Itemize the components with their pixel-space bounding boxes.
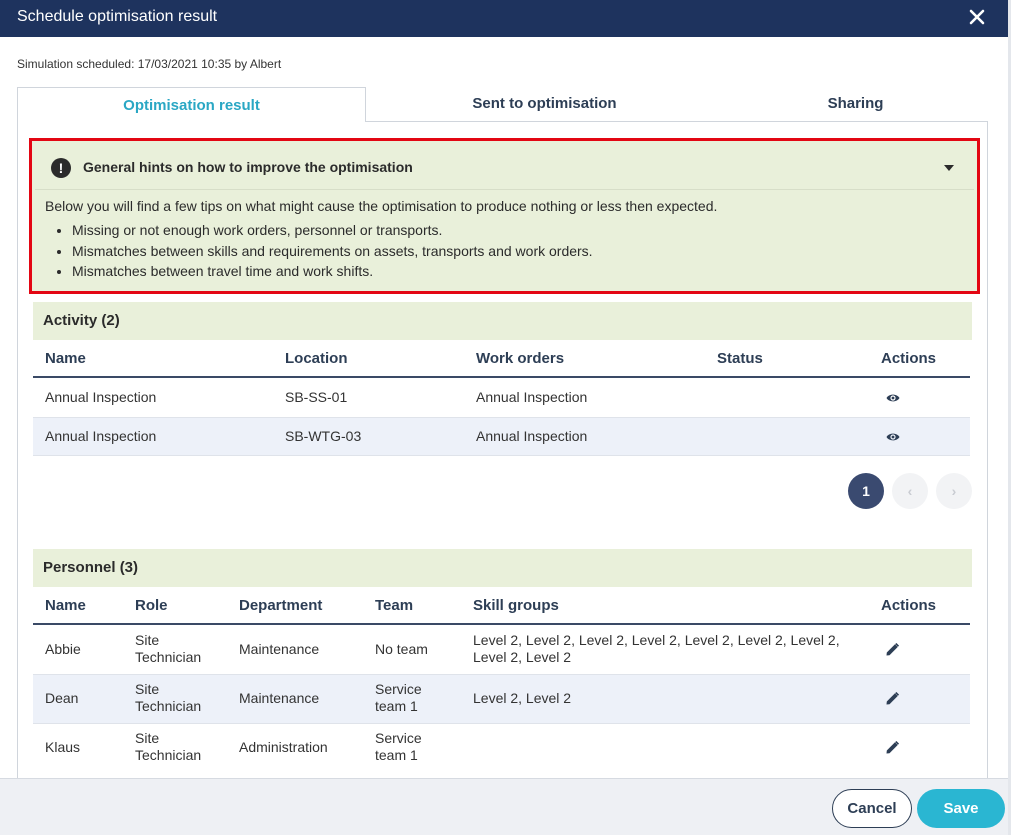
column-header-actions: Actions xyxy=(881,597,937,614)
cell-role-line2: Technician xyxy=(135,649,202,665)
cell-department: Administration xyxy=(239,739,328,755)
personnel-table-header: Name Role Department Team Skill groups A… xyxy=(33,587,970,625)
pencil-icon[interactable] xyxy=(886,643,899,656)
eye-icon[interactable] xyxy=(886,432,900,442)
cell-name: Annual Inspection xyxy=(45,428,157,444)
table-row[interactable]: Dean Site Technician Maintenance Service… xyxy=(33,675,970,724)
cell-team-line2: team 1 xyxy=(375,747,418,763)
cell-role-line1: Site xyxy=(135,730,160,746)
cell-location: SB-WTG-03 xyxy=(285,428,362,444)
pagination-page-1[interactable]: 1 xyxy=(848,473,884,509)
cell-location: SB-SS-01 xyxy=(285,389,348,405)
dialog-title: Schedule optimisation result xyxy=(17,8,218,25)
column-header-name[interactable]: Name xyxy=(45,597,86,614)
column-header-status[interactable]: Status xyxy=(717,350,763,367)
column-header-role[interactable]: Role xyxy=(135,597,168,614)
cell-role-line2: Technician xyxy=(135,698,202,714)
cell-name: Abbie xyxy=(45,641,81,657)
tab-optimisation-result[interactable]: Optimisation result xyxy=(17,87,366,122)
cell-team-line1: No team xyxy=(375,641,428,657)
hints-panel: ! General hints on how to improve the op… xyxy=(29,138,980,294)
cell-role-line1: Site xyxy=(135,681,160,697)
cell-department: Maintenance xyxy=(239,641,320,657)
cell-team-line1: Service xyxy=(375,681,422,697)
chevron-down-icon[interactable] xyxy=(944,165,954,171)
scheduled-info: Simulation scheduled: 17/03/2021 10:35 b… xyxy=(17,57,282,71)
table-row[interactable]: Annual Inspection SB-SS-01 Annual Inspec… xyxy=(33,379,970,418)
cell-skill-groups-line1: Level 2, Level 2, Level 2, Level 2, Leve… xyxy=(473,632,840,648)
cell-skill-groups-line2: Level 2, Level 2 xyxy=(473,649,572,665)
column-header-actions: Actions xyxy=(881,350,937,367)
dialog-titlebar: Schedule optimisation result xyxy=(0,0,1008,37)
tab-bar: Optimisation result Sent to optimisation… xyxy=(17,87,988,122)
cell-skill-groups-line1: Level 2, Level 2 xyxy=(473,690,572,706)
cancel-button[interactable]: Cancel xyxy=(832,789,912,828)
cell-team-line1: Service xyxy=(375,730,422,746)
hint-item: Mismatches between travel time and work … xyxy=(72,261,593,282)
activity-section-title: Activity (2) xyxy=(33,302,972,340)
tab-sharing[interactable]: Sharing xyxy=(723,87,988,122)
personnel-section-title: Personnel (3) xyxy=(33,549,972,587)
hints-list: Missing or not enough work orders, perso… xyxy=(72,220,593,282)
table-row[interactable]: Annual Inspection SB-WTG-03 Annual Inspe… xyxy=(33,418,970,456)
hint-item: Missing or not enough work orders, perso… xyxy=(72,220,593,241)
hints-title: General hints on how to improve the opti… xyxy=(83,159,413,175)
column-header-location[interactable]: Location xyxy=(285,350,348,367)
cell-role-line1: Site xyxy=(135,632,160,648)
column-header-team[interactable]: Team xyxy=(375,597,413,614)
table-row[interactable]: Abbie Site Technician Maintenance No tea… xyxy=(33,626,970,675)
exclamation-icon: ! xyxy=(51,158,71,178)
cell-name: Klaus xyxy=(45,739,81,755)
column-header-work-orders[interactable]: Work orders xyxy=(476,350,564,367)
cell-name: Dean xyxy=(45,690,79,706)
cell-team-line2: team 1 xyxy=(375,698,418,714)
cell-department: Maintenance xyxy=(239,690,320,706)
pencil-icon[interactable] xyxy=(886,741,899,754)
hints-intro: Below you will find a few tips on what m… xyxy=(45,198,718,214)
column-header-skill-groups[interactable]: Skill groups xyxy=(473,597,559,614)
eye-icon[interactable] xyxy=(886,393,900,403)
close-icon[interactable] xyxy=(966,6,988,28)
cell-role-line2: Technician xyxy=(135,747,202,763)
pagination-prev-button[interactable]: ‹ xyxy=(892,473,928,509)
pagination-next-button[interactable]: › xyxy=(936,473,972,509)
hints-header[interactable]: ! General hints on how to improve the op… xyxy=(35,144,974,190)
cell-work-orders: Annual Inspection xyxy=(476,428,588,444)
cell-name: Annual Inspection xyxy=(45,389,157,405)
save-button[interactable]: Save xyxy=(917,789,1005,828)
hint-item: Mismatches between skills and requiremen… xyxy=(72,241,593,262)
activity-table-header: Name Location Work orders Status Actions xyxy=(33,340,970,378)
table-row[interactable]: Klaus Site Technician Administration Ser… xyxy=(33,724,970,773)
tab-sent-to-optimisation[interactable]: Sent to optimisation xyxy=(366,87,723,122)
pencil-icon[interactable] xyxy=(886,692,899,705)
column-header-department[interactable]: Department xyxy=(239,597,322,614)
cell-work-orders: Annual Inspection xyxy=(476,389,588,405)
column-header-name[interactable]: Name xyxy=(45,350,86,367)
